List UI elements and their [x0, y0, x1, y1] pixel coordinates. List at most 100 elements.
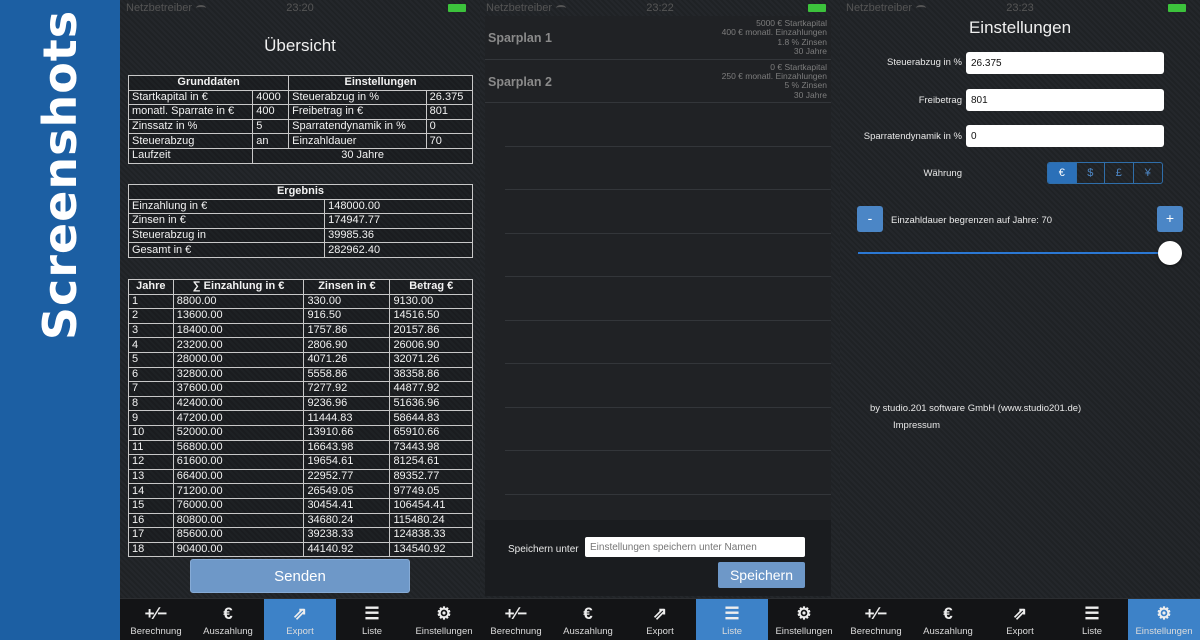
euro-icon: € [943, 604, 953, 623]
tab-label: Liste [1081, 626, 1103, 637]
tab-label: Berechnung [490, 626, 542, 637]
table-row: 17 85600.00 39238.33 124838.33 [128, 527, 473, 543]
table-cell: 330.00 [303, 293, 391, 310]
currency-selector: € $ £ ¥ [1047, 162, 1163, 184]
table-cell: 9236.96 [303, 395, 391, 412]
empty-list-row [505, 190, 831, 234]
setting-label: Startkapital in € [127, 89, 254, 106]
list-item[interactable]: Sparplan 1 5000 € Startkapital 400 € monat… [485, 16, 831, 60]
ergebnis-table: Ergebnis Einzahlung in €148000.00 Zinsen … [127, 184, 473, 258]
einstellungen-header: Einstellungen [288, 75, 473, 91]
table-cell: 13 [128, 468, 174, 485]
table-cell: 32071.26 [389, 351, 473, 368]
currency-option[interactable]: ¥ [1134, 163, 1163, 183]
table-cell: 4 [128, 337, 174, 353]
tab-einstellungen[interactable]: ⚙ Einstellungen [1128, 599, 1200, 640]
page-title: Übersicht [264, 36, 336, 55]
gears-icon: ⚙ [796, 604, 812, 623]
currency-option[interactable]: $ [1077, 163, 1105, 183]
allowance-input[interactable] [966, 89, 1164, 111]
tab-auszahlung[interactable]: € Auszahlung [192, 599, 264, 640]
table-cell: 90400.00 [172, 541, 305, 558]
send-button[interactable]: Senden [190, 559, 410, 593]
tab-label: Auszahlung [923, 626, 973, 637]
table-cell: 2806.90 [303, 337, 391, 353]
tab-berechnung[interactable]: +∕− Berechnung [120, 599, 192, 640]
result-value: 174947.77 [324, 213, 473, 229]
currency-option[interactable]: € [1048, 163, 1077, 183]
column-header: Zinsen in € [303, 279, 391, 295]
empty-list-row [505, 277, 831, 321]
table-cell: 56800.00 [172, 439, 305, 456]
tab-export[interactable]: ⇗ Export [264, 599, 336, 640]
dynamics-input[interactable] [966, 125, 1164, 147]
ergebnis-row: Steuerabzug in 39985.36 [127, 227, 473, 244]
list-item[interactable]: Sparplan 2 0 € Startkapital 250 € monatl. … [485, 60, 831, 103]
setting-value: 4000 [252, 89, 290, 106]
table-cell: 15 [128, 497, 174, 514]
table-cell: 97749.05 [389, 483, 473, 499]
tab-label: Einstellungen [775, 626, 833, 637]
table-cell: 39238.33 [303, 527, 391, 543]
tab-berechnung[interactable]: +∕− Berechnung [840, 599, 912, 640]
gears-icon: ⚙ [1156, 604, 1172, 623]
table-row: 8 42400.00 9236.96 51636.96 [128, 395, 473, 412]
tab-label: Export [286, 626, 314, 637]
currency-option[interactable]: £ [1105, 163, 1134, 183]
tab-berechnung[interactable]: +∕− Berechnung [480, 599, 552, 640]
setting-label: Zinssatz in % [127, 118, 254, 135]
table-row: 11 56800.00 16643.98 73443.98 [128, 439, 473, 456]
table-row: 5 28000.00 4071.26 32071.26 [128, 351, 473, 368]
tab-einstellungen[interactable]: ⚙ Einstellungen [408, 599, 480, 640]
laufzeit-value: 30 Jahre [252, 147, 473, 164]
result-label: Steuerabzug in [127, 227, 326, 244]
table-cell: 16643.98 [303, 439, 391, 456]
impressum-link[interactable]: Impressum [893, 420, 940, 431]
savings-plan-list: Sparplan 1 5000 € Startkapital 400 € monat… [485, 16, 831, 520]
table-cell: 47200.00 [172, 410, 305, 426]
setting-value: 70 [425, 133, 474, 149]
save-button[interactable]: Speichern [718, 562, 805, 588]
tab-label: Berechnung [130, 626, 182, 637]
tab-export[interactable]: ⇗ Export [624, 599, 696, 640]
table-cell: 916.50 [303, 308, 391, 324]
plan-details: 5000 € Startkapital 400 € monatl. Einzahl… [722, 18, 827, 57]
tab-liste[interactable]: ☰ Liste [696, 599, 768, 640]
table-cell: 26549.05 [303, 483, 391, 499]
table-cell: 7277.92 [303, 381, 391, 397]
plan-detail-line: 30 Jahre [793, 89, 827, 100]
setting-value: 5 [252, 118, 290, 135]
table-row: 10 52000.00 13910.66 65910.66 [128, 424, 473, 441]
table-cell: 6 [128, 366, 174, 383]
share-icon: ⇗ [652, 604, 668, 623]
tab-label: Liste [721, 626, 743, 637]
table-cell: 16 [128, 512, 174, 529]
battery-icon [808, 4, 826, 12]
tab-auszahlung[interactable]: € Auszahlung [552, 599, 624, 640]
empty-list-row [505, 147, 831, 190]
page-title: Einstellungen [968, 18, 1072, 37]
result-value: 282962.40 [324, 242, 473, 258]
grunddaten-row: Zinssatz in % 5 Sparratendynamik in % 0 [127, 118, 474, 135]
save-name-input[interactable] [585, 537, 805, 557]
euro-icon: € [223, 604, 233, 623]
table-cell: 26006.90 [389, 337, 473, 353]
duration-slider-thumb[interactable] [1158, 241, 1182, 265]
table-cell: 3 [128, 322, 174, 339]
tab-einstellungen[interactable]: ⚙ Einstellungen [768, 599, 840, 640]
setting-value: 0 [425, 118, 474, 135]
tab-auszahlung[interactable]: € Auszahlung [912, 599, 984, 640]
tab-liste[interactable]: ☰ Liste [336, 599, 408, 640]
table-row: 3 18400.00 1757.86 20157.86 [128, 322, 473, 339]
result-label: Gesamt in € [127, 242, 326, 258]
tab-export[interactable]: ⇗ Export [984, 599, 1056, 640]
tax-input[interactable] [966, 52, 1164, 74]
duration-slider-track[interactable] [858, 252, 1170, 254]
table-row: 4 23200.00 2806.90 26006.90 [128, 337, 473, 353]
tab-liste[interactable]: ☰ Liste [1056, 599, 1128, 640]
table-cell: 13910.66 [303, 424, 391, 441]
decrease-button[interactable]: - [857, 206, 883, 232]
battery-icon [448, 4, 466, 12]
setting-label: monatl. Sparrate in € [127, 104, 254, 120]
increase-button[interactable]: + [1157, 206, 1183, 232]
